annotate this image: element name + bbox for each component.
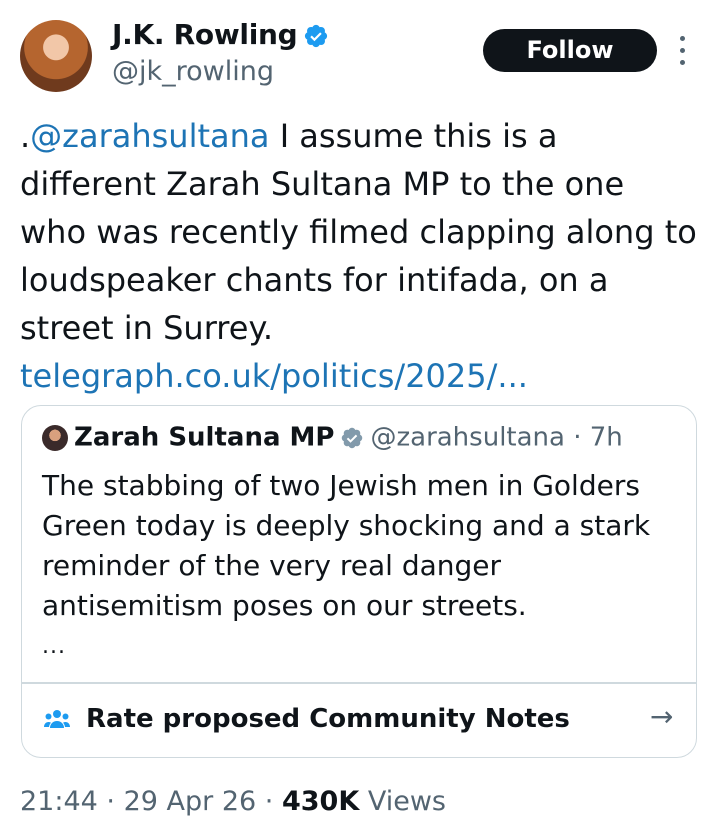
quoted-author-avatar[interactable] (42, 424, 68, 451)
quoted-ellipsis: ... (42, 634, 66, 659)
quoted-time: 7h (589, 422, 623, 453)
tweet-header: J.K. Rowling @jk_rowling Follow (0, 0, 720, 110)
author-name-row[interactable]: J.K. Rowling (112, 18, 329, 51)
tweet-text: .@zarahsultana I assume this is a differ… (20, 112, 700, 400)
quoted-tweet-text: The stabbing of two Jewish men in Golder… (42, 469, 651, 622)
community-people-icon (44, 710, 70, 728)
author-name[interactable]: J.K. Rowling (112, 18, 298, 51)
meta-separator: · (264, 786, 274, 817)
article-link[interactable]: telegraph.co.uk/politics/2025/... (20, 357, 528, 395)
views-count[interactable]: 430K (282, 786, 359, 817)
community-notes-label: Rate proposed Community Notes (86, 704, 570, 734)
quoted-author-name[interactable]: Zarah Sultana MP (74, 423, 334, 453)
arrow-right-icon: → (650, 700, 674, 733)
community-notes-row[interactable]: Rate proposed Community Notes → (22, 684, 696, 757)
tweet-prefix: . (20, 117, 31, 155)
follow-button[interactable]: Follow (483, 29, 657, 72)
meta-separator: · (106, 786, 115, 817)
author-avatar[interactable] (20, 20, 92, 92)
quoted-tweet[interactable]: Zarah Sultana MP @zarahsultana · 7h The … (21, 405, 697, 758)
more-options-icon[interactable] (676, 36, 688, 70)
post-date[interactable]: 29 Apr 26 (124, 786, 257, 817)
tweet-meta: 21:44 · 29 Apr 26 · 430K Views (20, 786, 446, 817)
quoted-verified-badge-icon (342, 427, 363, 448)
mention-link[interactable]: @zarahsultana (30, 117, 269, 155)
quoted-author-handle[interactable]: @zarahsultana (370, 423, 564, 453)
author-handle[interactable]: @jk_rowling (112, 56, 274, 87)
quoted-separator: · (573, 422, 582, 453)
quoted-tweet-header: Zarah Sultana MP @zarahsultana · 7h (42, 422, 623, 462)
views-label: Views (367, 786, 446, 817)
post-time[interactable]: 21:44 (20, 786, 98, 817)
verified-badge-icon (305, 24, 328, 48)
